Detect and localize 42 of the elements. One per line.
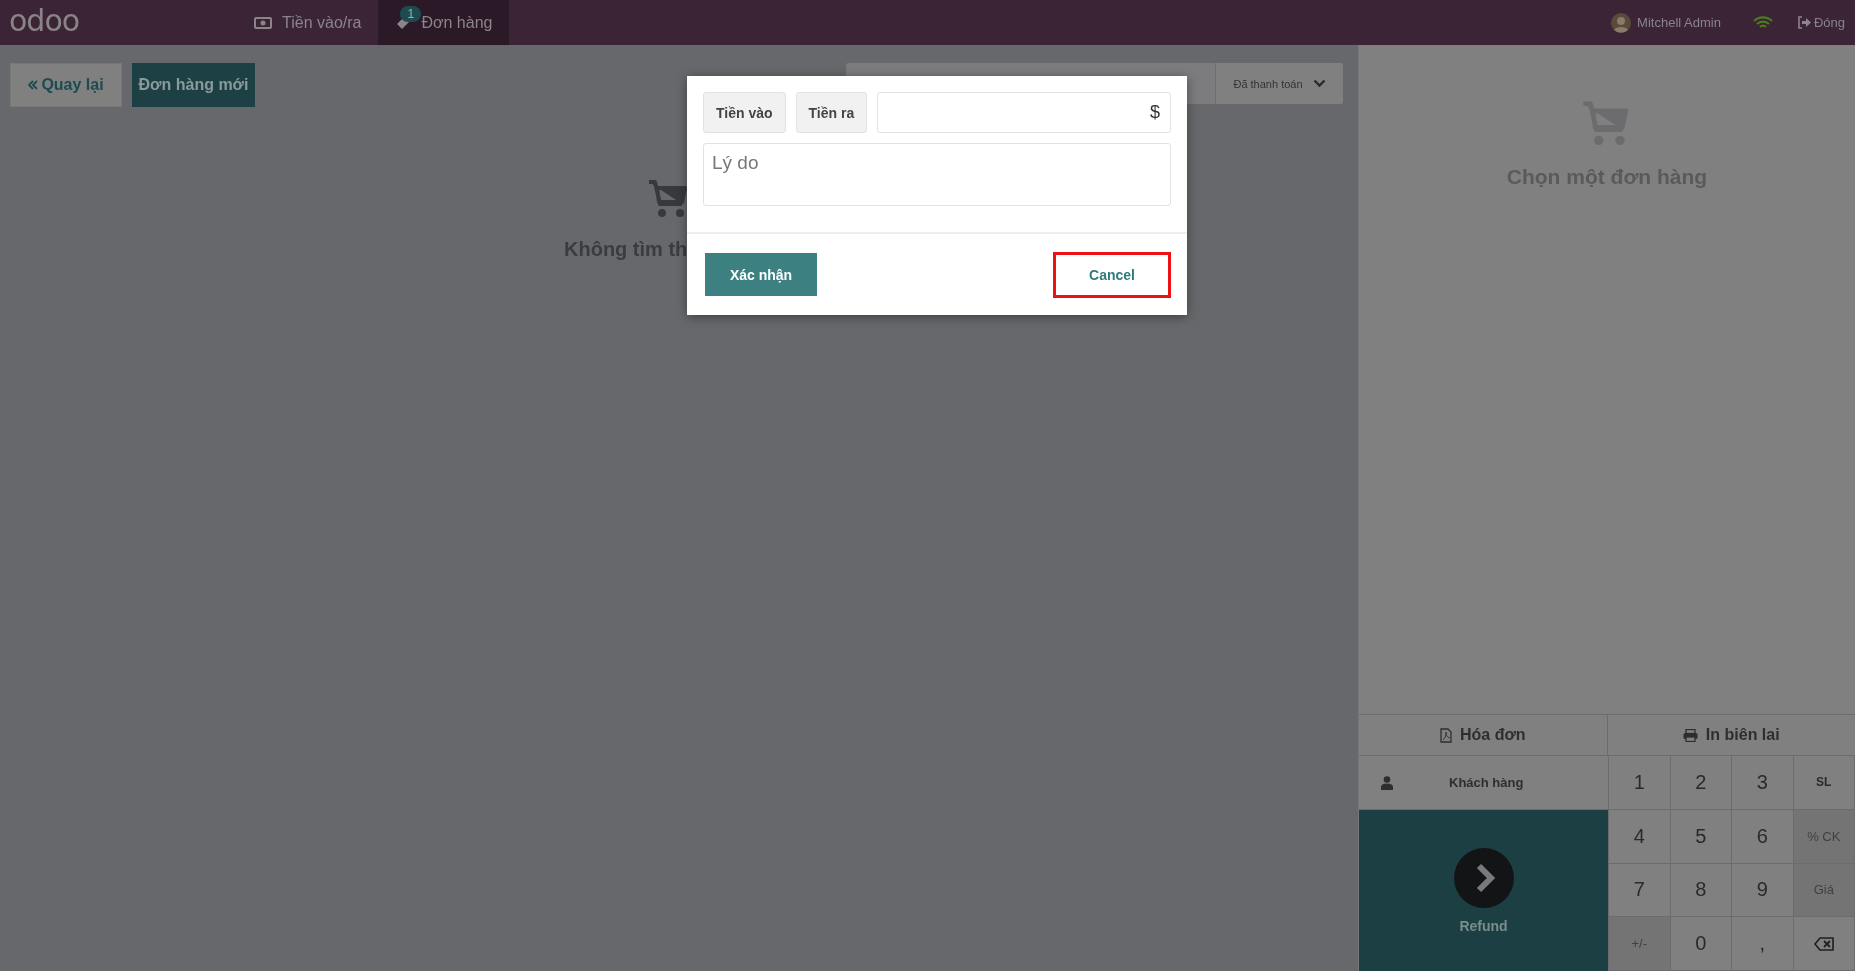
logo[interactable]: odoo (9, 5, 237, 40)
new-order-button[interactable]: Đơn hàng mới (132, 63, 255, 107)
back-button[interactable]: Quay lại (10, 63, 122, 107)
numpad-key[interactable]: 3 (1732, 756, 1794, 810)
pdf-file-icon (1439, 727, 1452, 743)
refund-button[interactable]: Refund (1359, 810, 1608, 971)
cancel-button[interactable]: Cancel (1053, 251, 1171, 298)
backspace-key[interactable] (1793, 917, 1855, 971)
numpad-key[interactable]: 2 (1670, 756, 1732, 810)
nav-label: Đơn hàng (421, 13, 493, 32)
sign-out-icon (1796, 16, 1811, 29)
filter-dropdown[interactable]: Đã thanh toán (1215, 63, 1343, 104)
type-button[interactable]: Tiền ra (795, 92, 868, 133)
numpad-key[interactable]: 0 (1670, 917, 1732, 971)
user-name[interactable]: Mitchell Admin (1637, 15, 1721, 30)
numpad-key[interactable]: SL (1793, 756, 1855, 810)
type-button[interactable]: Tiền vào (703, 92, 786, 133)
nav-label: Tiền vào/ra (282, 13, 362, 32)
nav-tab[interactable]: Tiền vào/ra (237, 0, 379, 45)
next-icon (1453, 847, 1514, 908)
printer-icon (1682, 728, 1698, 742)
numpad-key[interactable]: 8 (1670, 863, 1732, 918)
numpad-key[interactable]: 9 (1732, 863, 1794, 918)
numpad-key[interactable]: 4 (1609, 809, 1671, 864)
backspace-icon (1813, 936, 1834, 951)
nav-tab[interactable]: 1 Đơn hàng (378, 0, 510, 45)
confirm-button[interactable]: Xác nhận (705, 253, 817, 296)
person-icon (1381, 775, 1393, 790)
numpad-key[interactable]: 5 (1670, 809, 1732, 864)
chevron-icon (1312, 79, 1326, 88)
close-button[interactable]: Đóng (1796, 15, 1845, 30)
wifi-icon (1752, 15, 1773, 30)
reason-field[interactable]: Lý do (703, 143, 1171, 206)
double-chevron-icon (28, 80, 39, 90)
amount-field[interactable]: $ (877, 92, 1171, 133)
numpad-key[interactable]: 7 (1609, 863, 1671, 918)
numpad-key[interactable]: 1 (1609, 756, 1671, 810)
numpad-key[interactable]: , (1732, 917, 1794, 971)
avatar (1611, 12, 1632, 33)
cash-icon (254, 16, 272, 29)
count-badge: 1 (400, 6, 422, 22)
numpad-key[interactable]: 6 (1732, 809, 1794, 864)
